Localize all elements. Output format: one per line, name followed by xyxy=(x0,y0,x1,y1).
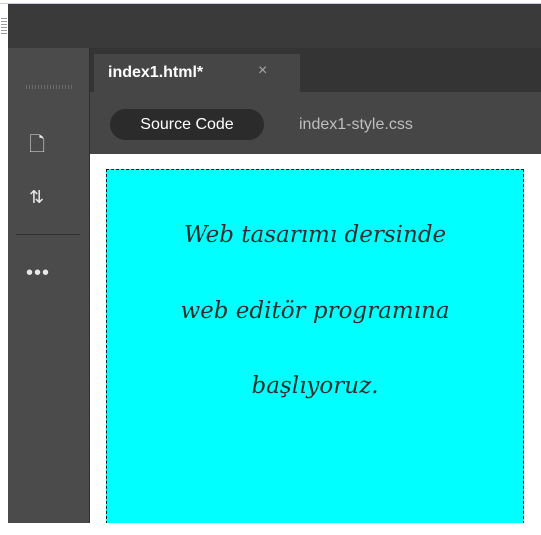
related-files-bar: Source Code index1-style.css xyxy=(90,92,541,154)
editor-screen: 🗋 ⇅ ••• index1.html* × Source Code index… xyxy=(0,0,541,535)
bottom-strip xyxy=(0,523,541,535)
active-document-tab[interactable]: index1.html* × xyxy=(94,54,300,92)
left-edge xyxy=(0,4,8,535)
close-icon[interactable]: × xyxy=(258,62,267,80)
css-file-link[interactable]: index1-style.css xyxy=(299,113,413,136)
title-bar xyxy=(8,4,541,48)
sort-icon[interactable]: ⇅ xyxy=(29,188,44,206)
source-code-button[interactable]: Source Code xyxy=(110,109,264,140)
design-view: Web tasarımı dersinde web editör program… xyxy=(90,154,541,529)
text-line-2: web editör programına xyxy=(180,298,450,324)
tab-label: index1.html* xyxy=(108,64,204,81)
left-toolbar: 🗋 ⇅ ••• xyxy=(8,48,90,523)
more-icon[interactable]: ••• xyxy=(26,263,50,283)
document-tab-bar: index1.html* × xyxy=(90,48,541,92)
text-line-1: Web tasarımı dersinde xyxy=(183,222,447,248)
toolbar-grip[interactable] xyxy=(26,85,74,89)
panel-grip[interactable] xyxy=(1,18,7,36)
toolbar-divider xyxy=(16,234,80,235)
file-icon[interactable]: 🗋 xyxy=(29,135,45,155)
cyan-div: Web tasarımı dersinde web editör program… xyxy=(106,169,524,529)
text-line-3: başlıyoruz. xyxy=(251,373,379,399)
